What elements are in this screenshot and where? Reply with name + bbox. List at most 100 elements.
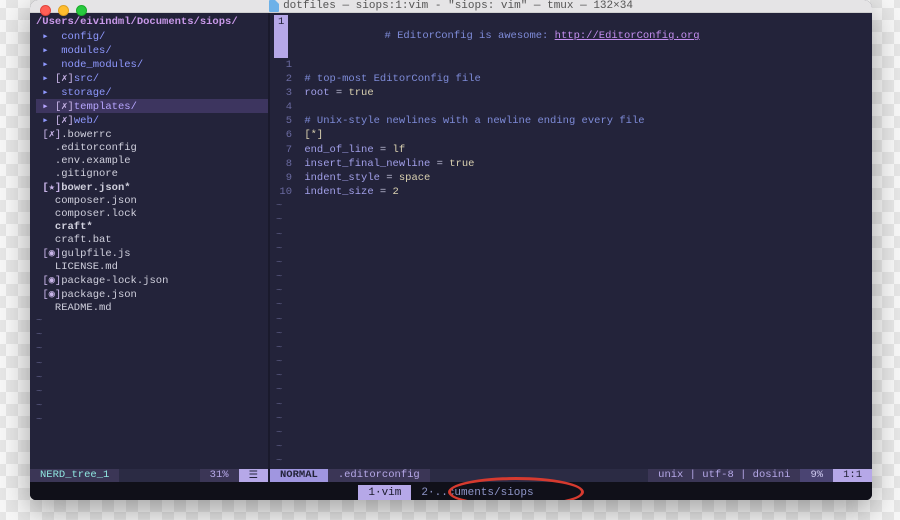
empty-line: ~ <box>270 341 872 355</box>
banner-line: 1 # EditorConfig is awesome: http://Edit… <box>270 15 872 58</box>
empty-line: ~ <box>36 357 268 371</box>
empty-line: ~ <box>36 342 268 356</box>
tree-file[interactable]: .env.example <box>36 154 268 167</box>
empty-line: ~ <box>270 369 872 383</box>
titlebar[interactable]: dotfiles — siops:1:vim - "siops: vim" — … <box>30 0 872 13</box>
code-line[interactable]: 3 root = true <box>270 86 872 100</box>
nerdtree-statusline: NERD_tree_1 31% ☰ <box>30 469 268 482</box>
tree-file[interactable]: composer.json <box>36 194 268 207</box>
status-percent: 31% <box>200 469 239 482</box>
line-number: 7 <box>270 143 298 157</box>
panes: /Users/eivindml/Documents/siops/ ▸ confi… <box>30 13 872 469</box>
terminal-window: dotfiles — siops:1:vim - "siops: vim" — … <box>30 0 872 500</box>
status-mode: NORMAL <box>270 469 328 482</box>
zoom-icon[interactable] <box>76 5 87 16</box>
tree-file[interactable]: [◉]gulpfile.js <box>36 246 268 260</box>
empty-line: ~ <box>270 355 872 369</box>
line-number: 9 <box>270 171 298 185</box>
code-line[interactable]: 7 end_of_line = lf <box>270 143 872 157</box>
code-line[interactable]: 2 # top-most EditorConfig file <box>270 72 872 86</box>
banner-comment: # EditorConfig is awesome: <box>385 30 555 42</box>
tree-dir[interactable]: ▸ [✗]web/ <box>36 113 268 127</box>
tree-dir[interactable]: ▸ modules/ <box>36 43 268 57</box>
empty-line: ~ <box>270 412 872 426</box>
tree-file[interactable]: .editorconfig <box>36 141 268 154</box>
tree-file[interactable]: [★]bower.json* <box>36 180 268 194</box>
window-title: dotfiles — siops:1:vim - "siops: vim" — … <box>38 0 864 12</box>
editor-statusline: NORMAL .editorconfig unix | utf-8 | dosi… <box>270 469 872 482</box>
tmux-tab-active[interactable]: 1·vim <box>358 485 411 501</box>
banner-link[interactable]: http://EditorConfig.org <box>555 30 700 42</box>
status-percent-right: 9% <box>800 469 833 482</box>
empty-line: ~ <box>270 256 872 270</box>
empty-line: ~ <box>270 242 872 256</box>
tmux-statusbar[interactable]: 1·vim2·..cuments/siops <box>30 482 872 501</box>
line-number: 4 <box>270 100 298 114</box>
empty-line: ~ <box>270 270 872 284</box>
tree-dir[interactable]: ▸ config/ <box>36 29 268 43</box>
code-area: 1 # EditorConfig is awesome: http://Edit… <box>270 13 872 199</box>
empty-line: ~ <box>36 385 268 399</box>
line-number: 10 <box>270 185 298 199</box>
line-number: 3 <box>270 86 298 100</box>
tree-dir[interactable]: ▸ [✗]src/ <box>36 71 268 85</box>
code-text: [*] <box>298 128 872 142</box>
line-number: 5 <box>270 114 298 128</box>
tree-items: ▸ config/ ▸ modules/ ▸ node_modules/ ▸ [… <box>36 29 268 314</box>
tree-file[interactable]: README.md <box>36 301 268 314</box>
tree-file[interactable]: .gitignore <box>36 167 268 180</box>
code-text: # top-most EditorConfig file <box>298 72 872 86</box>
tree-file[interactable]: [✗].bowerrc <box>36 127 268 141</box>
empty-line: ~ <box>270 199 872 213</box>
empty-line: ~ <box>270 298 872 312</box>
code-line[interactable]: 8 insert_final_newline = true <box>270 157 872 171</box>
empty-line: ~ <box>270 228 872 242</box>
tree-file[interactable]: composer.lock <box>36 207 268 220</box>
left-filler: ~~~~~~~~ <box>36 314 268 469</box>
code-line[interactable]: 10 indent_size = 2 <box>270 185 872 199</box>
tree-file[interactable]: LICENSE.md <box>36 260 268 273</box>
code-text <box>298 58 872 72</box>
code-line[interactable]: 9 indent_style = space <box>270 171 872 185</box>
line-number: 1 <box>270 58 298 72</box>
tree-dir[interactable]: ▸ storage/ <box>36 85 268 99</box>
code-text: end_of_line = lf <box>298 143 872 157</box>
empty-line: ~ <box>270 383 872 397</box>
code-text <box>298 100 872 114</box>
nerdtree-pane[interactable]: /Users/eivindml/Documents/siops/ ▸ confi… <box>30 13 268 469</box>
tree-file[interactable]: craft.bat <box>36 233 268 246</box>
tmux-tab[interactable]: 2·..cuments/siops <box>411 485 543 501</box>
code-text: # Unix-style newlines with a newline end… <box>298 114 872 128</box>
tree-dir[interactable]: ▸ node_modules/ <box>36 57 268 71</box>
empty-line: ~ <box>36 413 268 427</box>
code-text: root = true <box>298 86 872 100</box>
empty-line: ~ <box>270 426 872 440</box>
empty-line: ~ <box>270 440 872 454</box>
empty-line: ~ <box>36 371 268 385</box>
code-line[interactable]: 5 # Unix-style newlines with a newline e… <box>270 114 872 128</box>
cursor-linenr: 1 <box>274 15 288 58</box>
line-number: 6 <box>270 128 298 142</box>
status-encoding: unix | utf-8 | dosini <box>648 469 800 482</box>
tree-file[interactable]: [◉]package-lock.json <box>36 273 268 287</box>
tree-file[interactable]: [◉]package.json <box>36 287 268 301</box>
terminal-body: /Users/eivindml/Documents/siops/ ▸ confi… <box>30 13 872 500</box>
code-line[interactable]: 6 [*] <box>270 128 872 142</box>
code-text: indent_size = 2 <box>298 185 872 199</box>
code-line[interactable]: 1 <box>270 58 872 72</box>
empty-line: ~ <box>270 284 872 298</box>
status-scroll-icon: ☰ <box>239 469 268 482</box>
tree-file[interactable]: craft* <box>36 220 268 233</box>
close-icon[interactable] <box>40 5 51 16</box>
document-icon <box>269 0 279 12</box>
editor-pane[interactable]: 1 # EditorConfig is awesome: http://Edit… <box>270 13 872 469</box>
empty-line: ~ <box>270 454 872 468</box>
line-number: 8 <box>270 157 298 171</box>
empty-line: ~ <box>270 213 872 227</box>
empty-line: ~ <box>270 327 872 341</box>
minimize-icon[interactable] <box>58 5 69 16</box>
code-line[interactable]: 4 <box>270 100 872 114</box>
tree-dir[interactable]: ▸ [✗]templates/ <box>36 99 268 113</box>
empty-line: ~ <box>270 398 872 412</box>
empty-line: ~ <box>36 328 268 342</box>
